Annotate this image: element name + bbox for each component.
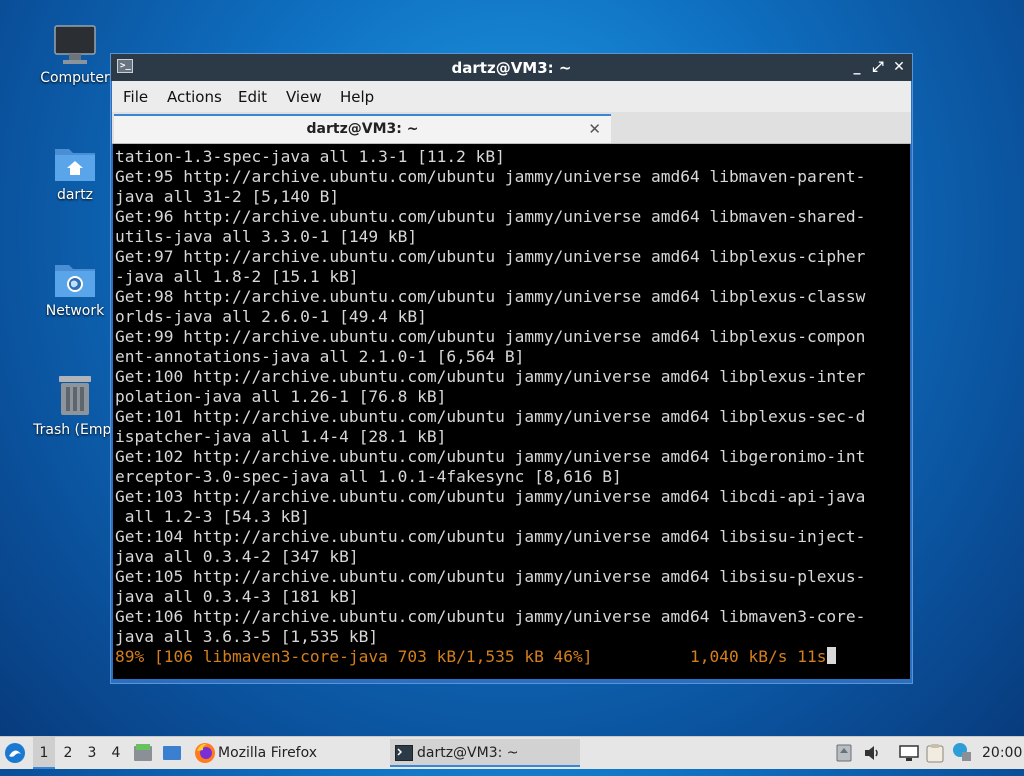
firefox-icon	[195, 743, 215, 763]
tray-notifications[interactable]	[952, 737, 974, 769]
clock[interactable]: 20:00	[982, 737, 1022, 769]
terminal-line: Get:106 http://archive.ubuntu.com/ubuntu…	[115, 607, 866, 626]
desktop-icon-label: Network	[45, 303, 105, 319]
terminal-line: Get:99 http://archive.ubuntu.com/ubuntu …	[115, 327, 866, 346]
terminal-icon	[395, 745, 413, 761]
terminal-window: >_ dartz@VM3: ~ _ ⤢ ✕ File Actions Edit …	[110, 53, 913, 684]
terminal-line: ispatcher-java all 1.4-4 [28.1 kB]	[115, 427, 447, 446]
close-button[interactable]: ✕	[890, 58, 908, 76]
lubuntu-logo-icon	[5, 743, 25, 763]
network-icon	[899, 745, 919, 761]
tab-terminal[interactable]: dartz@VM3: ~ ✕	[114, 114, 611, 143]
terminal-progress-line: 89% [106 libmaven3-core-java 703 kB/1,53…	[115, 647, 837, 667]
tray-updates[interactable]	[836, 737, 854, 769]
desktop-icon-trash[interactable]: Trash (Empt	[27, 374, 123, 438]
menu-edit[interactable]: Edit	[238, 88, 267, 106]
tray-network[interactable]	[899, 737, 919, 769]
terminal-line: Get:97 http://archive.ubuntu.com/ubuntu …	[115, 247, 866, 266]
terminal-line: utils-java all 3.3.0-1 [149 kB]	[115, 227, 418, 246]
desktop-icon-computer[interactable]: Computer	[27, 24, 123, 86]
desktop-icon-label: Trash (Empt	[33, 422, 117, 438]
app-menu-button[interactable]	[4, 737, 28, 769]
computer-icon	[54, 25, 96, 64]
tray-volume[interactable]	[863, 737, 883, 769]
menu-bar: File Actions Edit View Help	[112, 81, 911, 112]
desktop-icon-network[interactable]: Network	[27, 259, 123, 319]
clipboard-icon	[926, 744, 944, 763]
taskbar-item-label: Mozilla Firefox	[218, 745, 318, 761]
progress-text: 89% [106 libmaven3-core-java 703 kB/1,53…	[115, 647, 827, 666]
terminal-line: tation-1.3-spec-java all 1.3-1 [11.2 kB]	[115, 147, 505, 166]
terminal-line: all 1.2-3 [54.3 kB]	[115, 507, 310, 526]
desktop-icon-home-folder[interactable]: dartz	[27, 143, 123, 203]
terminal-line: Get:104 http://archive.ubuntu.com/ubuntu…	[115, 527, 866, 546]
workspace-4-button[interactable]: 4	[105, 737, 127, 769]
terminal-line: polation-java all 1.26-1 [76.8 kB]	[115, 387, 447, 406]
terminal-line: Get:101 http://archive.ubuntu.com/ubuntu…	[115, 407, 866, 426]
terminal-cursor	[827, 647, 837, 664]
taskbar-item-label: dartz@VM3: ~	[417, 745, 519, 761]
tray-clipboard[interactable]	[926, 737, 946, 769]
show-desktop-launcher[interactable]	[162, 737, 184, 769]
terminal-line: java all 0.3.4-2 [347 kB]	[115, 547, 359, 566]
terminal-line: Get:95 http://archive.ubuntu.com/ubuntu …	[115, 167, 866, 186]
update-notifier-icon	[836, 744, 852, 762]
terminal-line: Get:96 http://archive.ubuntu.com/ubuntu …	[115, 207, 866, 226]
terminal-line: Get:98 http://archive.ubuntu.com/ubuntu …	[115, 287, 866, 306]
terminal-line: java all 0.3.4-3 [181 kB]	[115, 587, 359, 606]
notification-icon	[953, 743, 971, 761]
file-manager-launcher[interactable]	[133, 737, 155, 769]
maximize-button[interactable]: ⤢	[869, 58, 887, 76]
terminal-line: Get:102 http://archive.ubuntu.com/ubuntu…	[115, 447, 866, 466]
menu-help[interactable]: Help	[340, 88, 374, 106]
terminal-line: java all 31-2 [5,140 B]	[115, 187, 340, 206]
taskbar-item-firefox[interactable]: Mozilla Firefox	[192, 739, 382, 767]
menu-view[interactable]: View	[286, 88, 322, 106]
menu-file[interactable]: File	[123, 88, 148, 106]
taskbar: 1 2 3 4 Mozilla Firefox dartz@VM3: ~ 20:…	[0, 736, 1024, 769]
desktop-icon-label: dartz	[56, 187, 94, 203]
terminal-line: java all 3.6.3-5 [1,535 kB]	[115, 627, 379, 646]
workspace-3-button[interactable]: 3	[81, 737, 103, 769]
terminal-line: ent-annotations-java all 2.1.0-1 [6,564 …	[115, 347, 525, 366]
tab-close-icon[interactable]: ✕	[588, 120, 601, 138]
minimize-button[interactable]: _	[848, 58, 866, 76]
taskbar-item-terminal[interactable]: dartz@VM3: ~	[390, 739, 580, 767]
window-title: dartz@VM3: ~	[451, 59, 572, 77]
volume-icon	[865, 746, 878, 760]
terminal-line: -java all 1.8-2 [15.1 kB]	[115, 267, 359, 286]
terminal-output[interactable]: tation-1.3-spec-java all 1.3-1 [11.2 kB]…	[113, 144, 910, 679]
tab-strip: dartz@VM3: ~ ✕	[112, 112, 911, 144]
network-folder-icon	[55, 265, 95, 297]
desktop-icon-label: Computer	[40, 70, 110, 86]
menu-actions[interactable]: Actions	[167, 88, 222, 106]
terminal-line: Get:105 http://archive.ubuntu.com/ubuntu…	[115, 567, 866, 586]
desktop-icon	[163, 746, 181, 760]
workspace-2-button[interactable]: 2	[57, 737, 79, 769]
terminal-line: orlds-java all 2.6.0-1 [49.4 kB]	[115, 307, 427, 326]
terminal-line: Get:100 http://archive.ubuntu.com/ubuntu…	[115, 367, 866, 386]
terminal-line: Get:103 http://archive.ubuntu.com/ubuntu…	[115, 487, 866, 506]
tab-title: dartz@VM3: ~	[306, 121, 419, 137]
window-titlebar[interactable]: >_ dartz@VM3: ~ _ ⤢ ✕	[111, 54, 912, 81]
file-manager-icon	[134, 744, 152, 761]
home-folder-icon	[55, 149, 95, 181]
terminal-line: erceptor-3.0-spec-java all 1.0.1-4fakesy…	[115, 467, 622, 486]
workspace-1-button[interactable]: 1	[33, 737, 55, 769]
trash-icon	[59, 376, 91, 415]
